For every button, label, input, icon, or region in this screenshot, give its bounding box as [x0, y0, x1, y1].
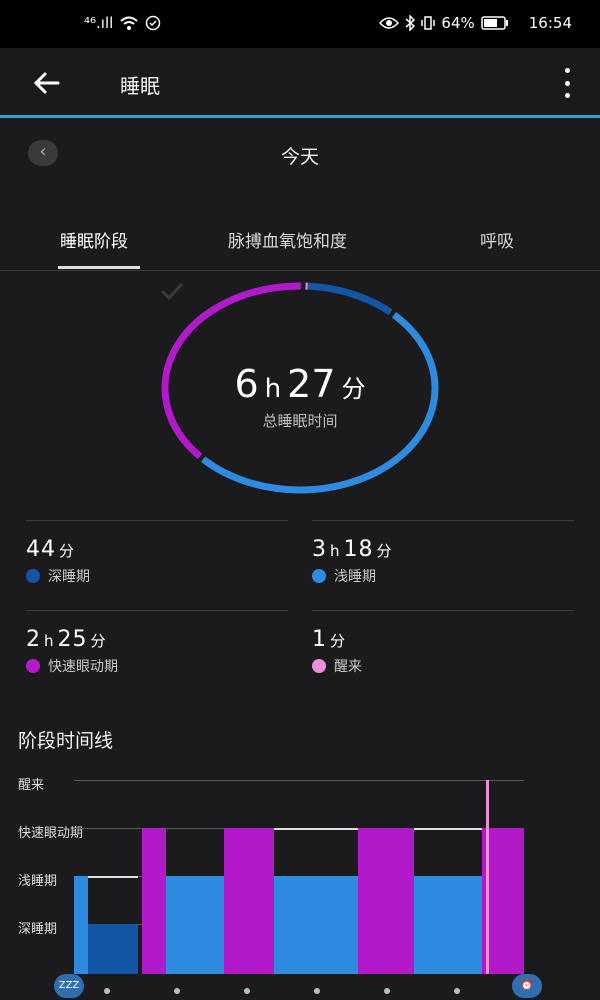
x-axis-dot	[174, 988, 180, 994]
timeline-segment-light	[274, 876, 358, 974]
tab-pulse-ox[interactable]: 脉搏血氧饱和度	[228, 227, 347, 252]
stat-value-unit: 分	[90, 632, 107, 650]
stat-value-main: 44	[26, 537, 56, 562]
app-bar: 睡眠	[0, 48, 600, 118]
total-sleep-value: 6 h 27 分	[160, 362, 440, 406]
status-bar: ⁴⁶.ıll 64% 16:54	[0, 0, 600, 48]
stat-value-main: 18	[343, 537, 374, 562]
stat-value-hours-unit: h	[330, 542, 341, 560]
light-sleep-dot-icon	[312, 569, 326, 583]
x-axis-dot	[314, 988, 320, 994]
awake-dot-icon	[312, 659, 326, 673]
y-label-awake: 醒来	[18, 778, 45, 793]
stat-label: 深睡期	[26, 566, 288, 586]
timeline-segment-deep	[88, 924, 138, 974]
tab-respiration[interactable]: 呼吸	[480, 227, 514, 252]
timeline-segment-rem	[142, 828, 166, 974]
stat-label-text: 醒来	[334, 659, 362, 675]
date-nav: ‹ 今天	[0, 128, 600, 178]
signal-icon: ⁴⁶.ıll	[84, 14, 114, 32]
stat-value: 44 分	[26, 537, 288, 562]
x-axis-dot	[384, 988, 390, 994]
stat-label: 快速眼动期	[26, 656, 288, 676]
timeline-title: 阶段时间线	[18, 730, 114, 752]
stat-awake: 1分 醒来	[312, 610, 574, 676]
status-right: 64% 16:54	[379, 14, 572, 32]
divider	[26, 610, 288, 611]
page-title: 睡眠	[120, 74, 160, 98]
battery-icon	[481, 16, 508, 30]
deep-sleep-dot-icon	[26, 569, 40, 583]
more-dot-icon	[564, 93, 570, 98]
stat-value-main: 25	[57, 627, 88, 652]
vibrate-icon	[421, 16, 436, 30]
y-label-light: 浅睡期	[18, 874, 58, 889]
sleep-ring: 6 h 27 分 总睡眠时间	[160, 282, 440, 494]
total-minutes: 27	[287, 362, 336, 406]
stat-value: 3 h 18 分	[312, 537, 574, 562]
more-dot-icon	[564, 68, 570, 73]
wifi-icon	[120, 16, 138, 30]
active-tab-indicator	[58, 266, 140, 269]
timeline-segment-light	[74, 876, 88, 974]
stat-deep-sleep: 44 分 深睡期	[26, 520, 288, 586]
gridline-awake	[74, 780, 524, 781]
hours-unit: h	[264, 374, 282, 404]
timeline-segment-light	[414, 876, 482, 974]
alarm-clock-icon: ⏰	[512, 974, 542, 998]
bluetooth-icon	[405, 15, 416, 31]
stat-value-main: 1	[312, 627, 327, 652]
tab-sleep-stages[interactable]: 睡眠阶段	[60, 227, 128, 252]
total-hours: 6	[234, 362, 259, 406]
more-options-button[interactable]	[562, 68, 572, 98]
stat-value-unit: 分	[376, 542, 393, 560]
x-axis-dot	[104, 988, 110, 994]
y-label-deep: 深睡期	[18, 922, 58, 937]
more-dot-icon	[564, 80, 570, 86]
y-label-rem: 快速眼动期	[18, 826, 84, 841]
stat-label: 浅睡期	[312, 566, 574, 586]
total-sleep-label: 总睡眠时间	[262, 412, 338, 430]
timeline-segment-rem	[224, 828, 274, 974]
stat-light-sleep: 3 h 18 分 浅睡期	[312, 520, 574, 586]
timeline-level-marker	[414, 828, 482, 830]
tab-bar: 睡眠阶段 脉搏血氧饱和度 呼吸	[0, 215, 600, 271]
stat-label-text: 深睡期	[48, 569, 90, 585]
stat-value: 1分	[312, 627, 574, 652]
divider	[312, 610, 574, 611]
stat-rem-sleep: 2 h 25 分 快速眼动期	[26, 610, 288, 676]
eye-icon	[379, 17, 400, 29]
stat-value-unit: 分	[330, 632, 347, 650]
stat-label-text: 快速眼动期	[48, 659, 118, 675]
clock: 16:54	[528, 14, 572, 32]
check-icon	[160, 282, 184, 300]
check-circle-icon	[146, 15, 161, 31]
timeline-segment-awake	[486, 780, 489, 974]
x-axis-dot	[244, 988, 250, 994]
rem-dot-icon	[26, 659, 40, 673]
stat-value-hours-unit: h	[44, 632, 55, 650]
stat-value-hours: 3	[312, 537, 327, 562]
stat-label: 醒来	[312, 656, 574, 676]
date-label: 今天	[280, 146, 319, 168]
x-axis-dot	[454, 988, 460, 994]
stat-value-hours: 2	[26, 627, 41, 652]
minutes-unit: 分	[341, 375, 366, 403]
ring-segment-0	[307, 282, 393, 316]
status-left: ⁴⁶.ıll	[84, 14, 161, 32]
zzz-icon: ZZZ	[54, 974, 84, 998]
timeline-segment-rem	[358, 828, 410, 974]
divider	[312, 520, 574, 521]
arrow-left-icon	[33, 72, 60, 94]
stat-label-text: 浅睡期	[334, 569, 376, 585]
battery-percent: 64%	[441, 14, 475, 32]
back-button[interactable]	[30, 66, 64, 100]
divider	[26, 520, 288, 521]
stage-timeline-chart: 醒来 快速眼动期 浅睡期 深睡期 ZZZ ⏰	[0, 760, 600, 1000]
stat-value: 2 h 25 分	[26, 627, 288, 652]
timeline-level-marker	[88, 876, 138, 878]
stat-value-unit: 分	[59, 542, 76, 560]
timeline-segment-light	[166, 876, 224, 974]
timeline-level-marker	[274, 828, 358, 830]
